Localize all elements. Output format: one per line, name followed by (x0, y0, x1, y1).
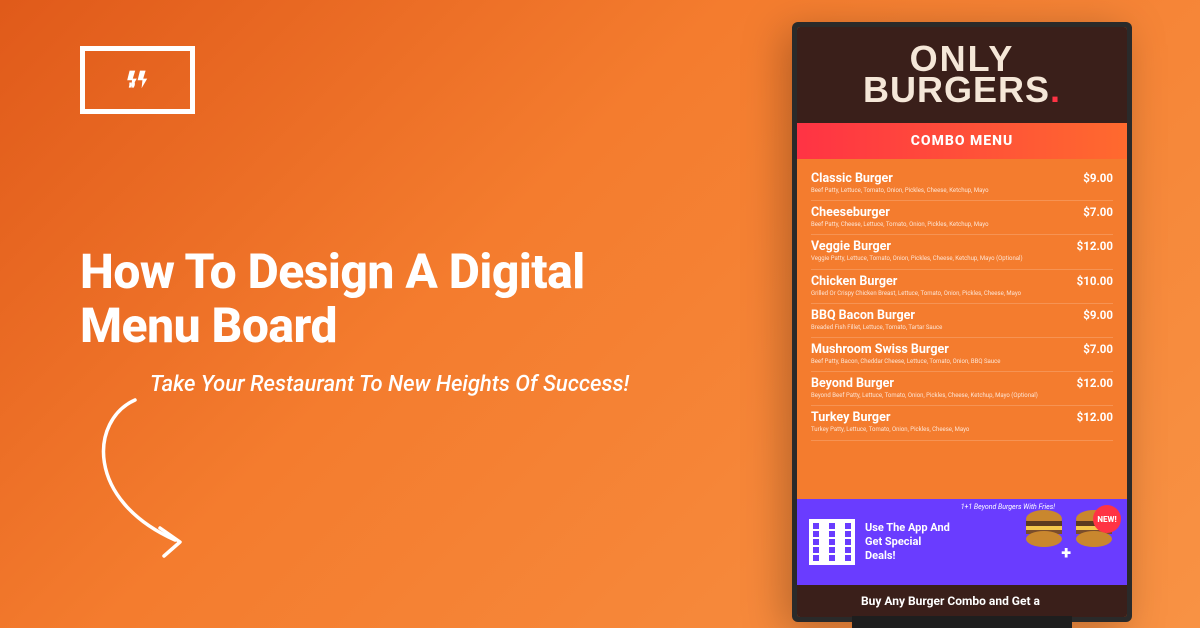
menu-item: Cheeseburger $7.00 Beef Patty, Cheese, Let… (811, 201, 1113, 235)
item-description: Turkey Patty, Lettuce, Tomato, Onion, Pi… (811, 426, 1113, 433)
combo-menu-heading: COMBO MENU (797, 123, 1127, 159)
item-description: Breaded Fish Fillet, Lettuce, Tomato, Ta… (811, 324, 1113, 331)
svg-text:„: „ (128, 69, 136, 90)
new-badge: NEW! (1093, 505, 1121, 533)
brand-logo: „ (80, 46, 195, 114)
menu-item: Chicken Burger $10.00 Grilled Or Crispy Ch… (811, 270, 1113, 304)
promo-text: Use The App And Get Special Deals! (865, 521, 951, 562)
item-price: $7.00 (1083, 205, 1113, 219)
burger-image-icon (1021, 505, 1067, 551)
item-description: Beef Patty, Cheese, Lettuce, Tomato, Oni… (811, 221, 1113, 228)
item-description: Veggie Patty, Lettuce, Tomato, Onion, Pi… (811, 255, 1113, 262)
menu-item: Beyond Burger $12.00 Beyond Beef Patty, Le… (811, 372, 1113, 406)
item-name: Classic Burger (811, 171, 893, 186)
menu-item: Turkey Burger $12.00 Turkey Patty, Lettuce… (811, 406, 1113, 440)
brand-line-2: BURGERS. (863, 75, 1061, 106)
item-description: Beef Patty, Lettuce, Tomato, Onion, Pick… (811, 187, 1113, 194)
menu-item: BBQ Bacon Burger $9.00 Breaded Fish Fillet… (811, 304, 1113, 338)
item-name: Chicken Burger (811, 274, 897, 289)
item-description: Grilled Or Crispy Chicken Breast, Lettuc… (811, 290, 1113, 297)
item-name: BBQ Bacon Burger (811, 308, 915, 323)
quote-icon: „ (124, 69, 152, 91)
page-headline: How To Design A Digital Menu Board (80, 245, 640, 353)
ticker-text: Buy Any Burger Combo and Get a (797, 585, 1127, 617)
item-name: Veggie Burger (811, 239, 891, 254)
item-name: Turkey Burger (811, 410, 890, 425)
qr-code-icon (809, 519, 855, 565)
menu-item: Veggie Burger $12.00 Veggie Patty, Lettuce… (811, 235, 1113, 269)
item-price: $9.00 (1083, 171, 1113, 185)
item-description: Beyond Beef Patty, Lettuce, Tomato, Onio… (811, 392, 1113, 399)
item-name: Cheeseburger (811, 205, 890, 220)
arrow-icon (80, 380, 240, 564)
hero-section: How To Design A Digital Menu Board Take … (80, 245, 640, 398)
menu-brand-header: ONLY BURGERS. (797, 27, 1127, 123)
item-name: Mushroom Swiss Burger (811, 342, 949, 357)
promo-banner: Use The App And Get Special Deals! 1+1 B… (797, 499, 1127, 585)
menu-item: Mushroom Swiss Burger $7.00 Beef Patty, Ba… (811, 338, 1113, 372)
display-stand (852, 616, 1072, 628)
item-price: $12.00 (1077, 410, 1113, 424)
digital-menu-display: ONLY BURGERS. COMBO MENU Classic Burger $… (792, 22, 1132, 622)
item-price: $12.00 (1077, 239, 1113, 253)
item-price: $9.00 (1083, 308, 1113, 322)
menu-screen: ONLY BURGERS. COMBO MENU Classic Burger $… (797, 27, 1127, 617)
menu-item: Classic Burger $9.00 Beef Patty, Lettuce, … (811, 167, 1113, 201)
item-price: $10.00 (1077, 274, 1113, 288)
item-price: $12.00 (1077, 376, 1113, 390)
item-name: Beyond Burger (811, 376, 894, 391)
item-description: Beef Patty, Bacon, Cheddar Cheese, Lettu… (811, 358, 1113, 365)
menu-items-list: Classic Burger $9.00 Beef Patty, Lettuce, … (797, 159, 1127, 499)
item-price: $7.00 (1083, 342, 1113, 356)
